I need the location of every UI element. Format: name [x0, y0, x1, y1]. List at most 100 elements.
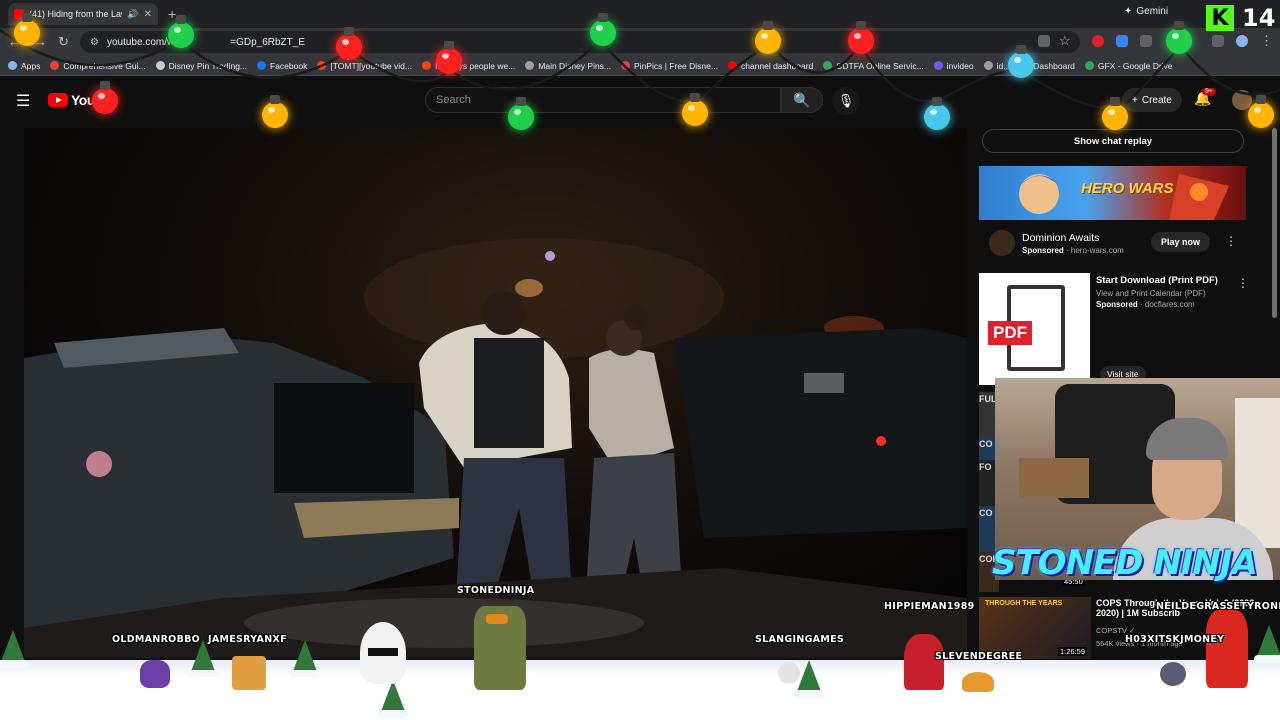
ad-sponsor-line: Sponsored · docflares.com	[1096, 300, 1195, 309]
new-tab-button[interactable]: +	[168, 6, 176, 22]
bookmark-label: CDTFA Online Servic...	[836, 60, 924, 71]
bookmark-item[interactable]: Main Disney Pins...	[525, 61, 611, 71]
search-button[interactable]: 🔍	[781, 87, 823, 113]
bookmark-favicon-icon	[317, 61, 327, 70]
tree-icon	[0, 630, 28, 668]
bookmark-label: Main Disney Pins...	[538, 60, 612, 71]
bookmark-favicon-icon	[525, 61, 535, 70]
profile-icon[interactable]	[1236, 35, 1248, 47]
extension-icon-1[interactable]	[1092, 35, 1104, 47]
bookmark-label: invideo	[946, 60, 974, 71]
bookmark-item[interactable]: GFX - Google Drive	[1084, 60, 1173, 71]
ad-subtitle: View and Print Calendar (PDF)	[1096, 289, 1206, 298]
show-chat-replay-button[interactable]: Show chat replay	[982, 129, 1244, 153]
ad-title[interactable]: Start Download (Print PDF)	[1096, 275, 1218, 286]
create-button[interactable]: + Create	[1122, 88, 1182, 112]
bookmark-label: [TOMT][youtube vid...	[330, 60, 412, 71]
more-options-icon[interactable]: ⋮	[1225, 234, 1237, 248]
play-now-button[interactable]: Play now	[1151, 232, 1211, 252]
address-bar[interactable]: ⚙ youtube.com/w =GDp_6RbZT_E	[80, 31, 1080, 53]
bookmark-item[interactable]: CDTFA Online Servic...	[823, 60, 924, 71]
site-info-icon[interactable]: ⚙	[90, 37, 99, 48]
chat-username: STONEDNINJA	[457, 585, 535, 596]
cast-icon[interactable]	[1038, 35, 1050, 47]
burger-sprite-icon	[962, 672, 994, 692]
ad-card-hero-wars[interactable]: Dominion Awaits Sponsored · hero-wars.co…	[979, 226, 1246, 262]
search-input[interactable]	[426, 88, 780, 112]
browser-menu-icon[interactable]: ⋮	[1260, 33, 1273, 49]
avatar[interactable]	[1232, 90, 1252, 110]
speaker-icon[interactable]: 🔊	[127, 9, 138, 20]
sidebar-scrollbar[interactable]	[1272, 128, 1277, 318]
bookmark-item[interactable]: PinPics | Free Disne...	[621, 61, 718, 71]
light-bulb-icon	[682, 93, 708, 126]
chat-username: JAMESRYANXF	[208, 634, 287, 645]
video-duration: 1:26:59	[1058, 647, 1088, 656]
plus-icon: +	[1132, 94, 1138, 106]
gemini-button[interactable]: ✦ Gemini	[1124, 6, 1168, 17]
more-options-icon[interactable]: ⋮	[1237, 276, 1249, 290]
bookmark-item[interactable]: Comprehensive Gui...	[50, 60, 146, 71]
light-bulb-icon	[168, 15, 194, 48]
chat-username: OLDMANROBBO	[112, 634, 201, 645]
bookmark-item[interactable]: invideo	[933, 60, 974, 71]
bookmark-favicon-icon	[155, 61, 165, 70]
kick-logo: K	[1206, 5, 1234, 31]
voice-search-button[interactable]: 🎙	[832, 87, 860, 115]
search-box	[425, 87, 781, 113]
browser-tabstrip: (41) Hiding from the Law | Y 🔊 ✕ + ✦ Gem…	[0, 0, 1280, 28]
video-player[interactable]	[24, 128, 967, 658]
bookmark-star-icon[interactable]: ☆	[1059, 33, 1071, 49]
tree-icon	[188, 640, 218, 678]
tree-icon	[1254, 625, 1280, 663]
red-robot-sprite-icon	[1206, 610, 1248, 688]
bookmark-item[interactable]: Disney Pin Trading...	[155, 60, 248, 71]
light-bulb-icon	[14, 13, 40, 46]
recommendation-thumb[interactable]: THROUGH THE YEARS 1:26:59	[979, 597, 1091, 659]
tab-search-icon[interactable]	[1212, 35, 1224, 47]
create-label: Create	[1141, 94, 1172, 106]
purple-creature-sprite-icon	[140, 660, 170, 688]
bookmark-label: GFX - Google Drive	[1097, 60, 1173, 71]
light-bulb-icon	[590, 13, 616, 46]
tree-icon	[794, 660, 824, 698]
hero-wars-logo: HERO WARS	[1081, 180, 1174, 197]
ad-sponsor-line: Sponsored · hero-wars.com	[1022, 246, 1124, 255]
bookmark-favicon-icon	[8, 61, 17, 70]
advertiser-icon	[989, 230, 1015, 256]
bookmark-label: Comprehensive Gui...	[63, 60, 146, 71]
reload-icon[interactable]: ↻	[58, 34, 69, 50]
bookmark-label: Facebook	[270, 60, 308, 71]
bookmark-item[interactable]: channel dashboard	[727, 61, 813, 71]
bookmark-label: Apps	[21, 60, 41, 71]
pdf-ad-thumbnail[interactable]: PDF	[979, 273, 1090, 385]
chat-username: SLANGINGAMES	[755, 634, 845, 645]
light-bulb-icon	[336, 27, 362, 60]
light-bulb-icon	[262, 95, 288, 128]
extensions-puzzle-icon[interactable]	[1140, 35, 1152, 47]
microphone-icon: 🎙	[837, 93, 855, 108]
youtube-header: ☰ YouT 🔍 🎙 + Create 🔔 9+	[0, 77, 1280, 123]
notification-badge: 9+	[1202, 88, 1216, 95]
bookmark-favicon-icon	[933, 61, 943, 70]
bookmark-item[interactable]: Apps	[8, 61, 40, 71]
light-bulb-icon	[755, 21, 781, 54]
tab-close-icon[interactable]: ✕	[144, 9, 152, 20]
bookmark-item[interactable]: id...	[983, 61, 1010, 71]
bookmark-item[interactable]: Facebook	[257, 61, 307, 71]
video-frame-scene	[24, 238, 967, 658]
bookmark-item[interactable]: [TOMT][youtube vid...	[317, 61, 412, 71]
bookmark-favicon-icon	[983, 61, 993, 70]
screen: (41) Hiding from the Law | Y 🔊 ✕ + ✦ Gem…	[0, 0, 1280, 720]
pixel-character-sprite-icon	[232, 656, 266, 690]
gemini-icon: ✦	[1124, 6, 1133, 17]
light-bulb-icon	[924, 97, 950, 130]
streamer-title: STONED NINJA	[992, 543, 1258, 583]
youtube-play-icon	[48, 93, 68, 107]
bookmark-label: Disney Pin Trading...	[168, 60, 248, 71]
extension-icon-2[interactable]	[1116, 35, 1128, 47]
bookmark-favicon-icon	[621, 61, 631, 70]
menu-icon[interactable]: ☰	[16, 91, 30, 111]
visor-icon	[486, 614, 508, 624]
hero-wars-ad-banner[interactable]: HERO WARS	[979, 166, 1246, 220]
